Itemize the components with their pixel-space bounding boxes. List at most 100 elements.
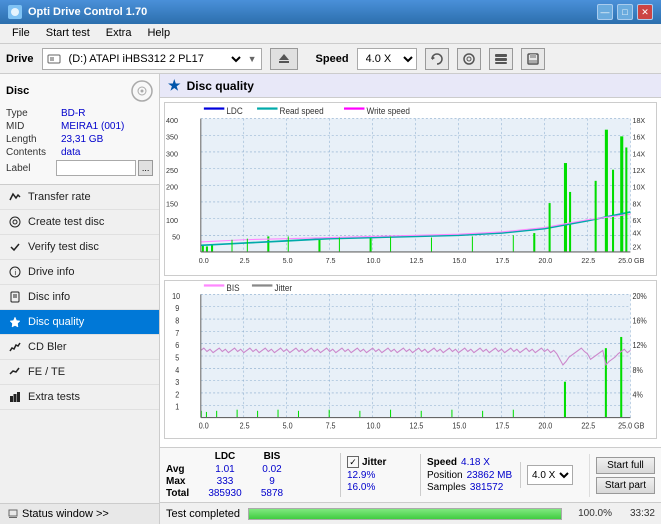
nav-drive-info-label: Drive info: [28, 266, 74, 278]
toolbar-btn-2[interactable]: [457, 48, 481, 70]
stats-position-value: 23862 MB: [467, 470, 513, 481]
svg-text:200: 200: [166, 182, 178, 191]
nav-verify-test-disc[interactable]: Verify test disc: [0, 235, 159, 260]
toolbar-btn-4[interactable]: [521, 48, 545, 70]
svg-text:16%: 16%: [632, 317, 647, 326]
speed-dropdown[interactable]: 4.0 X 8.0 X: [357, 48, 417, 70]
svg-text:12.5: 12.5: [409, 422, 423, 431]
jitter-checkbox[interactable]: ✓: [347, 456, 359, 468]
stats-position-label: Position: [427, 470, 463, 481]
nav-extra-tests-label: Extra tests: [28, 391, 80, 403]
svg-text:6: 6: [175, 341, 179, 350]
nav-extra-tests[interactable]: Extra tests: [0, 385, 159, 410]
svg-text:8X: 8X: [632, 199, 641, 208]
nav-transfer-rate-label: Transfer rate: [28, 191, 91, 203]
svg-text:400: 400: [166, 116, 178, 125]
svg-text:9: 9: [175, 304, 179, 313]
verify-test-disc-icon: [8, 240, 22, 254]
cd-bler-icon: [8, 340, 22, 354]
stats-speed-select[interactable]: 4.0 X: [527, 465, 573, 485]
status-text: Test completed: [166, 508, 240, 520]
stats-jitter-header: Jitter: [362, 457, 386, 468]
length-value: 23,31 GB: [61, 134, 103, 145]
svg-text:14X: 14X: [632, 149, 645, 158]
svg-text:4: 4: [175, 366, 179, 375]
svg-text:25.0 GB: 25.0 GB: [618, 256, 644, 265]
close-button[interactable]: ✕: [637, 4, 653, 20]
status-window-button[interactable]: Status window >>: [0, 503, 159, 524]
fe-te-icon: [8, 365, 22, 379]
svg-text:2.5: 2.5: [240, 422, 250, 431]
eject-icon: [277, 52, 291, 66]
stats-max-ldc: 333: [200, 476, 250, 487]
disc-quality-header-icon: ★: [168, 77, 181, 94]
svg-text:12.5: 12.5: [409, 256, 423, 265]
stats-total-bis: 5878: [252, 488, 292, 499]
stats-avg-label: Avg: [166, 464, 198, 475]
nav-disc-info-label: Disc info: [28, 291, 70, 303]
disc-quality-title: Disc quality: [187, 79, 254, 93]
svg-text:16X: 16X: [632, 132, 645, 141]
maximize-button[interactable]: □: [617, 4, 633, 20]
nav-disc-quality[interactable]: Disc quality: [0, 310, 159, 335]
create-test-disc-icon: [8, 215, 22, 229]
title-bar: Opti Drive Control 1.70 — □ ✕: [0, 0, 661, 24]
stats-ldc-header: LDC: [200, 451, 250, 462]
nav-drive-info[interactable]: i Drive info: [0, 260, 159, 285]
disc-label-label: Label: [6, 163, 56, 174]
eject-button[interactable]: [270, 48, 298, 70]
nav-create-test-disc[interactable]: Create test disc: [0, 210, 159, 235]
drive-dropdown[interactable]: (D:) ATAPI iHBS312 2 PL17: [65, 52, 244, 66]
nav-transfer-rate[interactable]: Transfer rate: [0, 185, 159, 210]
stats-bar: LDC BIS Avg 1.01 0.02 Max 333 9 Total 38…: [160, 447, 661, 502]
svg-text:5: 5: [175, 353, 179, 362]
drive-label: Drive: [6, 53, 34, 65]
svg-text:250: 250: [166, 166, 178, 175]
menu-start-test[interactable]: Start test: [38, 26, 98, 41]
app-icon: [8, 5, 22, 19]
svg-text:5.0: 5.0: [283, 256, 293, 265]
minimize-button[interactable]: —: [597, 4, 613, 20]
svg-text:15.0: 15.0: [452, 256, 466, 265]
svg-text:20%: 20%: [632, 292, 647, 301]
svg-text:1: 1: [175, 403, 179, 412]
stats-avg-jitter: 12.9%: [347, 470, 414, 481]
svg-text:50: 50: [172, 232, 180, 241]
svg-text:8: 8: [175, 317, 179, 326]
toolbar-btn-3[interactable]: [489, 48, 513, 70]
nav-fe-te[interactable]: FE / TE: [0, 360, 159, 385]
svg-text:20.0: 20.0: [538, 422, 552, 431]
menu-extra[interactable]: Extra: [98, 26, 140, 41]
nav-cd-bler[interactable]: CD Bler: [0, 335, 159, 360]
svg-text:0.0: 0.0: [199, 256, 209, 265]
start-part-button[interactable]: Start part: [596, 477, 655, 494]
disc-label-button[interactable]: ...: [138, 160, 153, 176]
type-label: Type: [6, 108, 61, 119]
svg-text:Jitter: Jitter: [274, 283, 292, 293]
contents-value: data: [61, 147, 80, 158]
speed-label: Speed: [316, 53, 349, 65]
stats-max-jitter: 16.0%: [347, 482, 414, 493]
bis-chart: BIS Jitter: [164, 280, 657, 439]
contents-label: Contents: [6, 147, 61, 158]
svg-text:Read speed: Read speed: [280, 106, 324, 116]
nav-disc-info[interactable]: Disc info: [0, 285, 159, 310]
svg-text:150: 150: [166, 199, 178, 208]
stats-avg-ldc: 1.01: [200, 464, 250, 475]
disc-label-input[interactable]: [56, 160, 136, 176]
menu-file[interactable]: File: [4, 26, 38, 41]
progress-time: 33:32: [620, 508, 655, 519]
svg-text:0.0: 0.0: [199, 422, 209, 431]
svg-text:350: 350: [166, 132, 178, 141]
stats-samples-value: 381572: [470, 482, 503, 493]
svg-text:7.5: 7.5: [326, 422, 336, 431]
menu-help[interactable]: Help: [139, 26, 178, 41]
svg-text:12X: 12X: [632, 166, 645, 175]
main-layout: Disc Type BD-R MID MEIRA1 (001) Length 2…: [0, 74, 661, 524]
svg-text:10X: 10X: [632, 182, 645, 191]
toolbar-btn-1[interactable]: [425, 48, 449, 70]
drive-select-container[interactable]: (D:) ATAPI iHBS312 2 PL17 ▼: [42, 48, 262, 70]
extra-tests-icon: [8, 390, 22, 404]
start-full-button[interactable]: Start full: [596, 457, 655, 474]
svg-text:25.0 GB: 25.0 GB: [618, 422, 644, 431]
